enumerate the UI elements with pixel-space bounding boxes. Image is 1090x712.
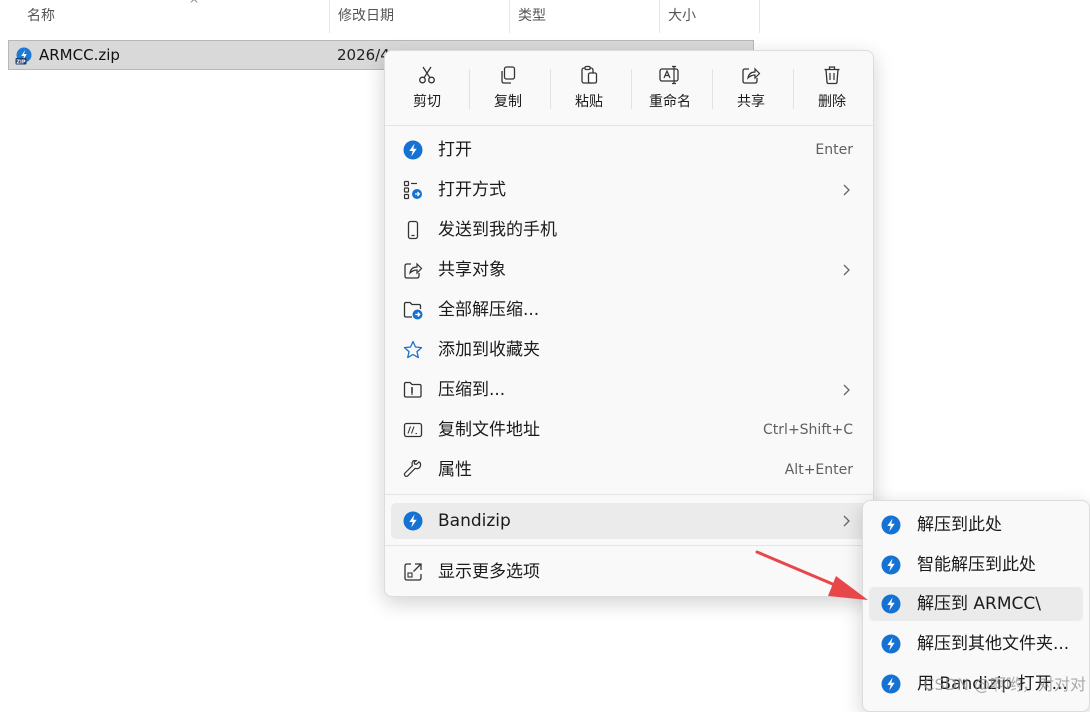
annotation-arrow [755,550,868,600]
watermark: CSDN @啊哟，对对对 [923,675,1086,694]
